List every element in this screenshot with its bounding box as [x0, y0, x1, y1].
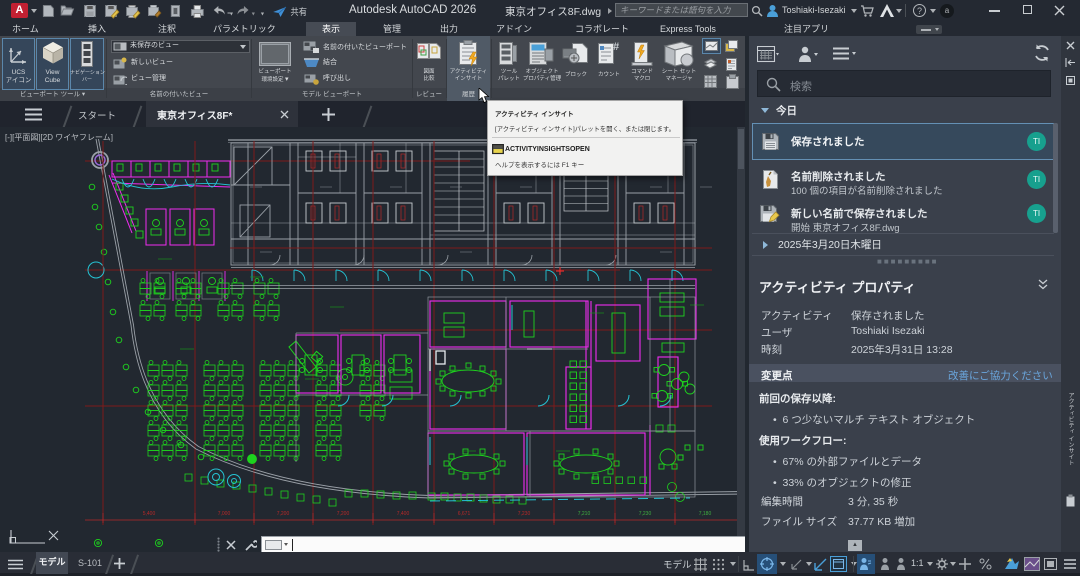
- svg-text:7,000: 7,000: [218, 511, 231, 517]
- svg-text:5,400: 5,400: [143, 511, 156, 517]
- svg-text:共有: 共有: [291, 6, 307, 17]
- svg-text:7,200: 7,200: [337, 511, 350, 517]
- svg-text:7,180: 7,180: [699, 511, 712, 517]
- svg-text:6,671: 6,671: [458, 511, 471, 517]
- svg-text:7,400: 7,400: [397, 511, 410, 517]
- svg-text:7,230: 7,230: [518, 511, 531, 517]
- svg-text:7,210: 7,210: [578, 511, 591, 517]
- svg-text:#: #: [613, 41, 619, 53]
- svg-text:7,200: 7,200: [277, 511, 290, 517]
- svg-text:7,230: 7,230: [639, 511, 652, 517]
